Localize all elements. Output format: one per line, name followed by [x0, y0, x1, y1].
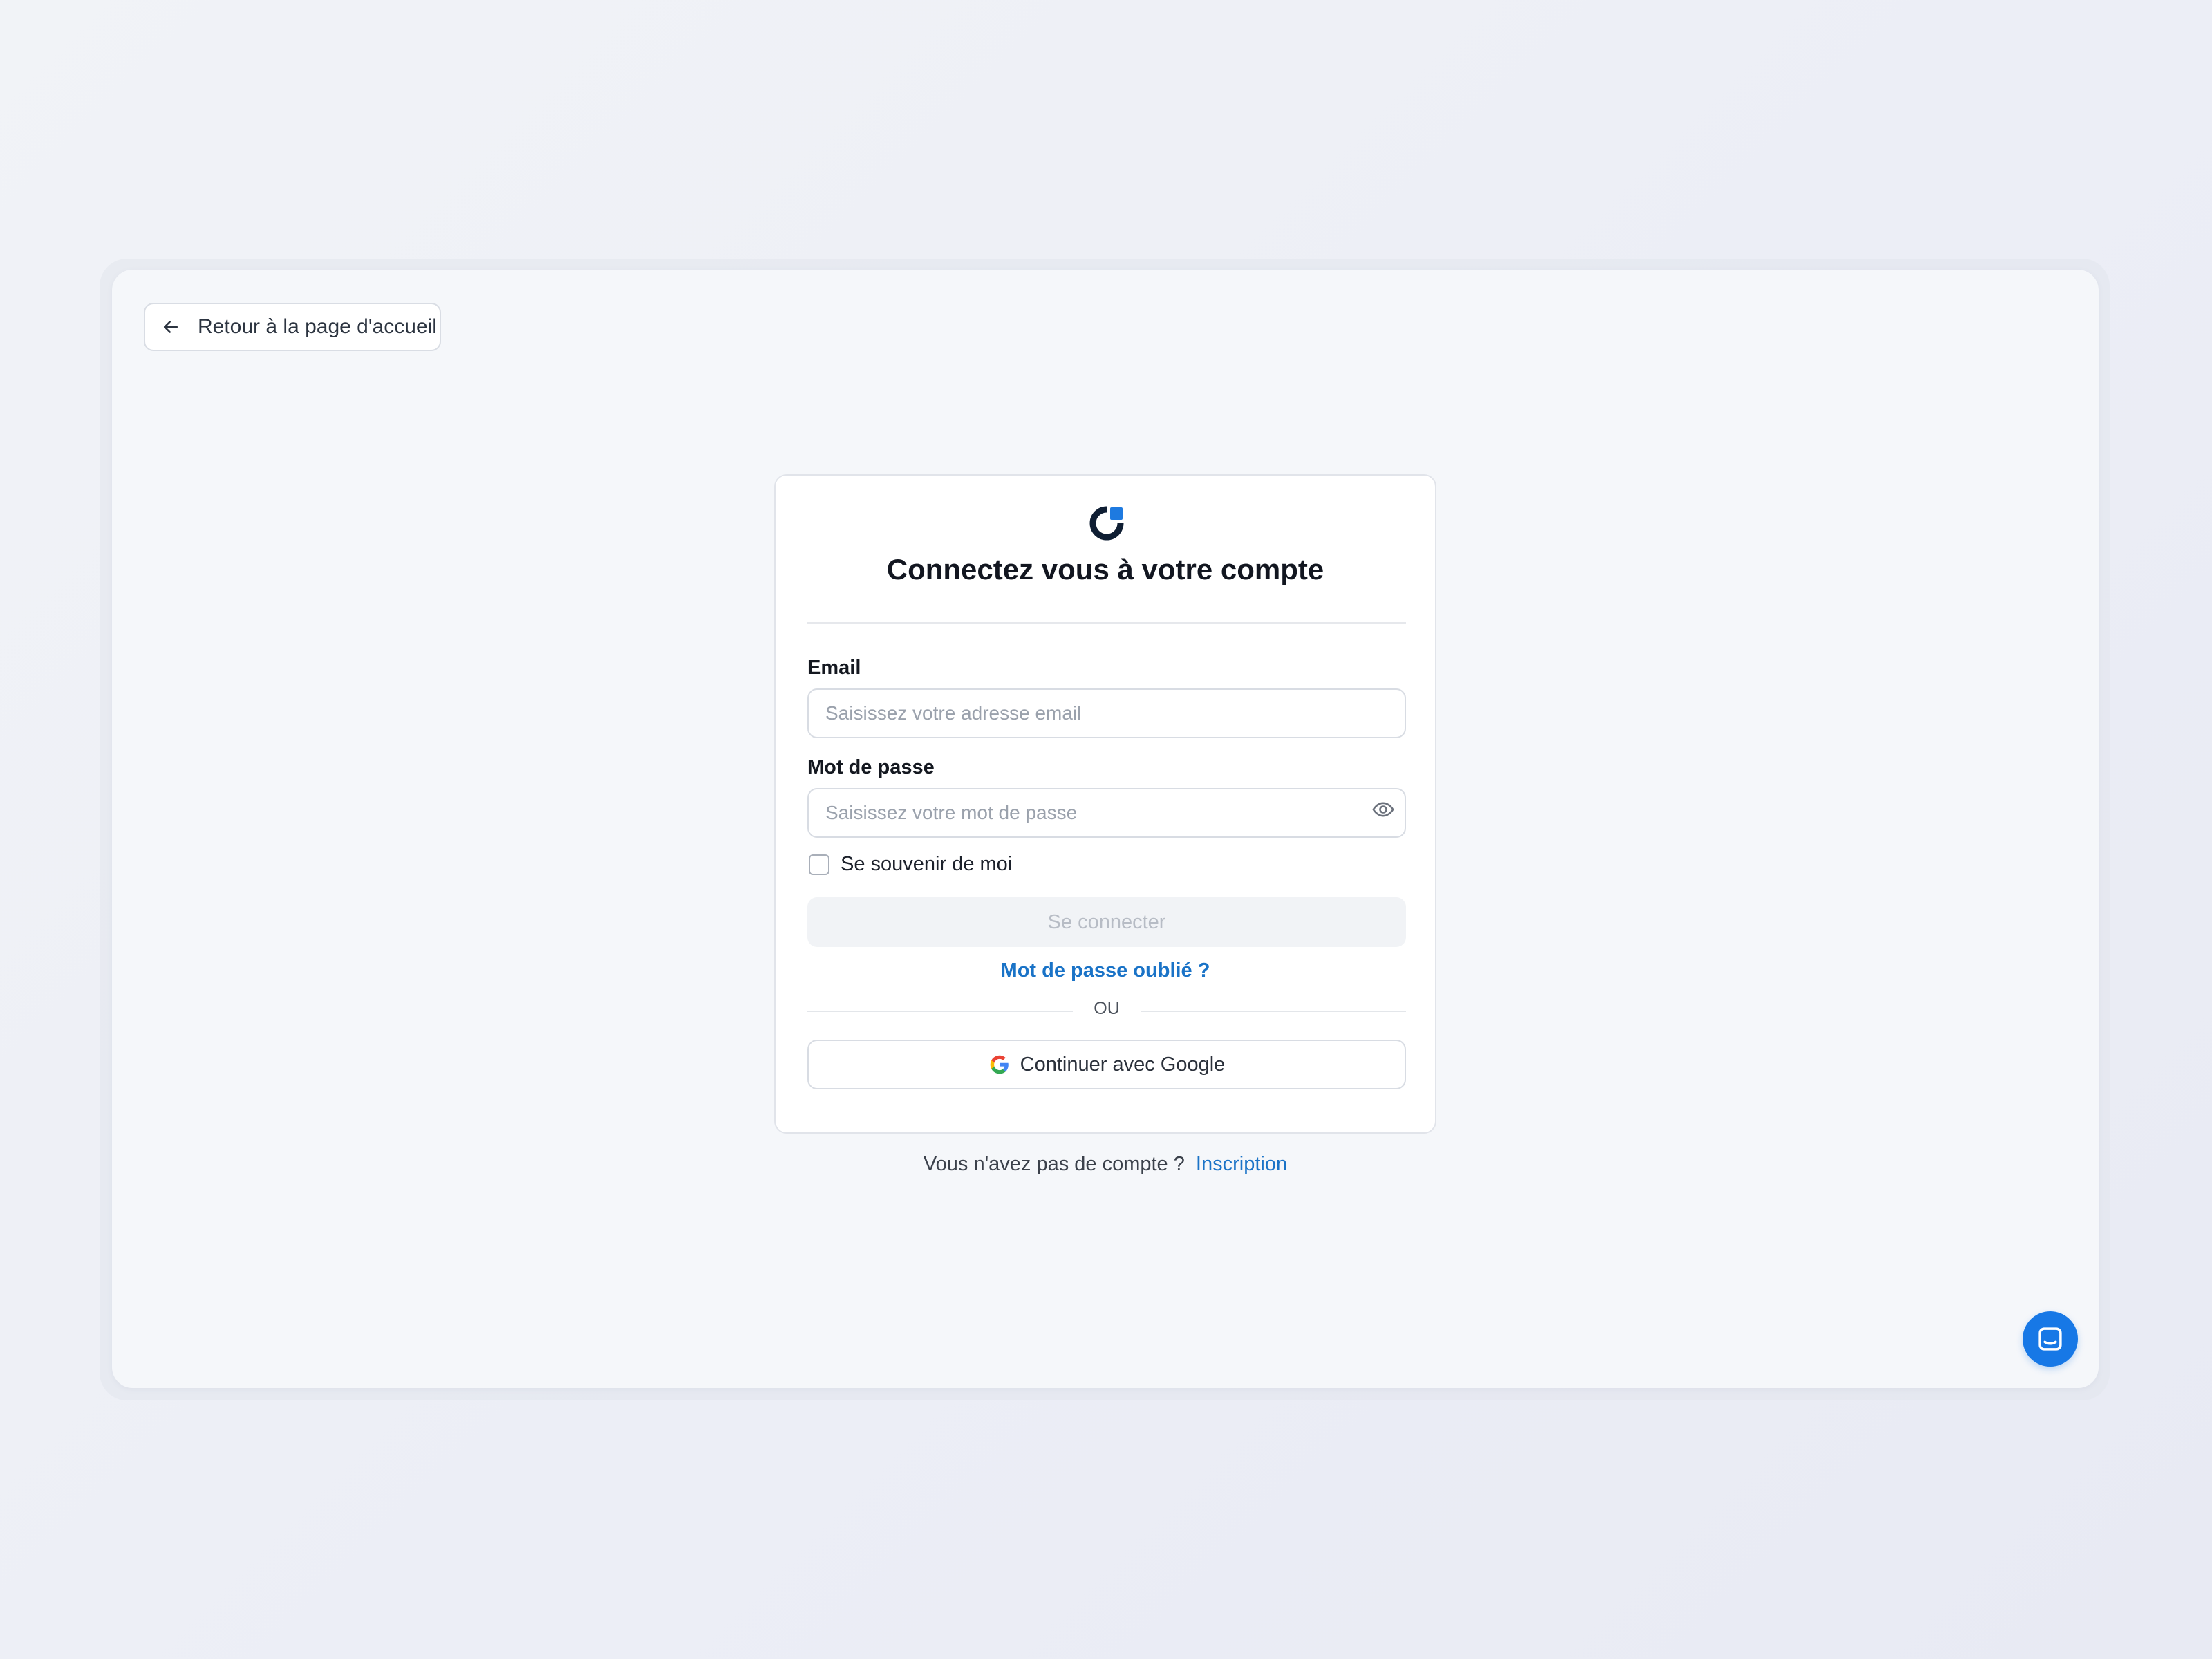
eye-icon[interactable]	[1371, 798, 1395, 821]
remember-me-label: Se souvenir de moi	[841, 853, 1013, 875]
back-button-label: Retour à la page d'accueil	[198, 315, 437, 338]
arrow-left-icon	[160, 317, 181, 337]
signup-prompt: Vous n'avez pas de compte ?	[923, 1153, 1185, 1175]
app-window: Retour à la page d'accueil Connectez vou…	[112, 270, 2099, 1388]
checkbox[interactable]	[809, 854, 830, 875]
email-field[interactable]	[807, 688, 1406, 738]
separator-label: OU	[1094, 999, 1120, 1018]
divider	[807, 622, 1406, 624]
forgot-password-link[interactable]: Mot de passe oublié ?	[776, 959, 1435, 982]
chat-widget-button[interactable]	[2023, 1311, 2078, 1367]
google-signin-button[interactable]: Continuer avec Google	[807, 1040, 1406, 1089]
password-field[interactable]	[807, 788, 1406, 838]
separator-line-left	[807, 1011, 1073, 1012]
google-icon	[988, 1053, 1011, 1076]
signup-link[interactable]: Inscription	[1196, 1153, 1287, 1175]
separator-line-right	[1141, 1011, 1406, 1012]
password-label: Mot de passe	[807, 756, 935, 778]
login-card: Connectez vous à votre compte Email Mot …	[774, 474, 1436, 1134]
page-title: Connectez vous à votre compte	[886, 553, 1324, 585]
signup-row: Vous n'avez pas de compte ? Inscription	[774, 1153, 1436, 1176]
chat-icon	[2036, 1324, 2065, 1353]
google-button-label: Continuer avec Google	[1020, 1053, 1226, 1076]
login-button[interactable]: Se connecter	[807, 897, 1406, 947]
brand-logo-icon	[1088, 505, 1125, 542]
email-label: Email	[807, 657, 861, 679]
back-to-home-button[interactable]: Retour à la page d'accueil	[144, 303, 441, 351]
remember-me-checkbox[interactable]: Se souvenir de moi	[809, 853, 1012, 876]
